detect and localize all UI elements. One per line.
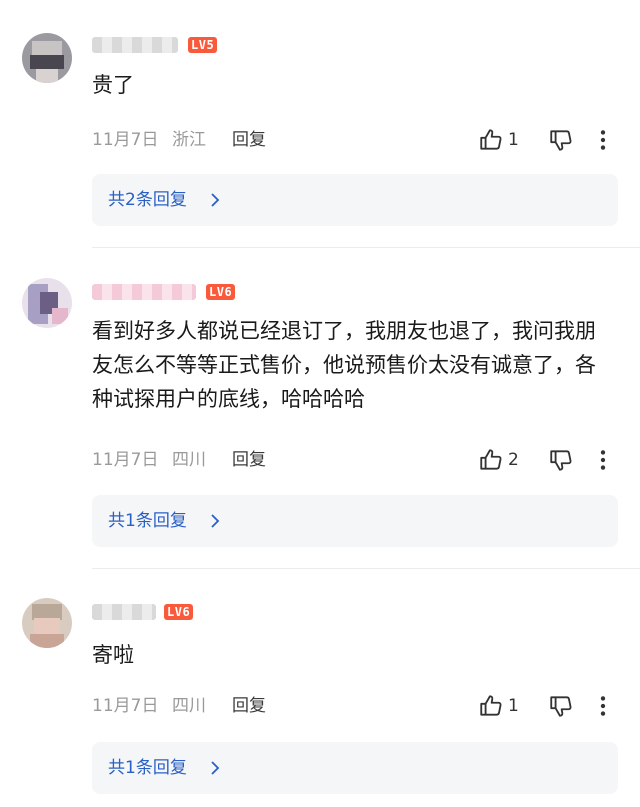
replies-summary-label: 共1条回复 bbox=[108, 511, 187, 531]
comment-date: 11月7日 bbox=[92, 450, 159, 470]
thumb-down-icon[interactable] bbox=[548, 447, 574, 473]
more-vertical-icon[interactable] bbox=[596, 127, 610, 153]
comment-date: 11月7日 bbox=[92, 130, 159, 150]
replies-summary-button[interactable]: 共2条回复 bbox=[92, 174, 618, 226]
divider bbox=[92, 247, 640, 248]
level-badge: LV6 bbox=[164, 604, 194, 620]
comment-meta: 11月7日 四川 回复 bbox=[92, 694, 266, 718]
comment-location: 四川 bbox=[172, 450, 206, 470]
comment-date: 11月7日 bbox=[92, 696, 159, 716]
avatar[interactable] bbox=[22, 278, 72, 328]
divider bbox=[92, 568, 640, 569]
comment-location: 四川 bbox=[172, 696, 206, 716]
replies-summary-button[interactable]: 共1条回复 bbox=[92, 495, 618, 547]
chevron-right-icon bbox=[211, 761, 220, 775]
comment-text: 看到好多人都说已经退订了，我朋友也退了，我问我朋友怎么不等等正式售价，他说预售价… bbox=[92, 319, 596, 411]
like-count: 2 bbox=[508, 450, 519, 470]
more-vertical-icon[interactable] bbox=[596, 447, 610, 473]
like-count: 1 bbox=[508, 696, 519, 716]
thumb-up-icon[interactable] bbox=[478, 447, 504, 473]
comment-text: 寄啦 bbox=[92, 643, 134, 667]
thumb-down-icon[interactable] bbox=[548, 127, 574, 153]
like-count: 1 bbox=[508, 130, 519, 150]
thumb-up-icon[interactable] bbox=[478, 693, 504, 719]
avatar[interactable] bbox=[22, 33, 72, 83]
comment-text: 贵了 bbox=[92, 73, 134, 97]
username[interactable] bbox=[92, 284, 196, 300]
thumb-down-icon[interactable] bbox=[548, 693, 574, 719]
username[interactable] bbox=[92, 37, 178, 53]
more-vertical-icon[interactable] bbox=[596, 693, 610, 719]
level-badge: LV6 bbox=[206, 284, 236, 300]
reply-button[interactable]: 回复 bbox=[232, 450, 266, 470]
thumb-up-icon[interactable] bbox=[478, 127, 504, 153]
chevron-right-icon bbox=[211, 514, 220, 528]
comment-meta: 11月7日 浙江 回复 bbox=[92, 128, 266, 152]
replies-summary-label: 共1条回复 bbox=[108, 758, 187, 778]
username[interactable] bbox=[92, 604, 156, 620]
reply-button[interactable]: 回复 bbox=[232, 696, 266, 716]
comment-meta: 11月7日 四川 回复 bbox=[92, 448, 266, 472]
level-badge: LV5 bbox=[188, 37, 218, 53]
chevron-right-icon bbox=[211, 193, 220, 207]
reply-button[interactable]: 回复 bbox=[232, 130, 266, 150]
comment-location: 浙江 bbox=[172, 130, 206, 150]
replies-summary-button[interactable]: 共1条回复 bbox=[92, 742, 618, 794]
avatar[interactable] bbox=[22, 598, 72, 648]
replies-summary-label: 共2条回复 bbox=[108, 190, 187, 210]
